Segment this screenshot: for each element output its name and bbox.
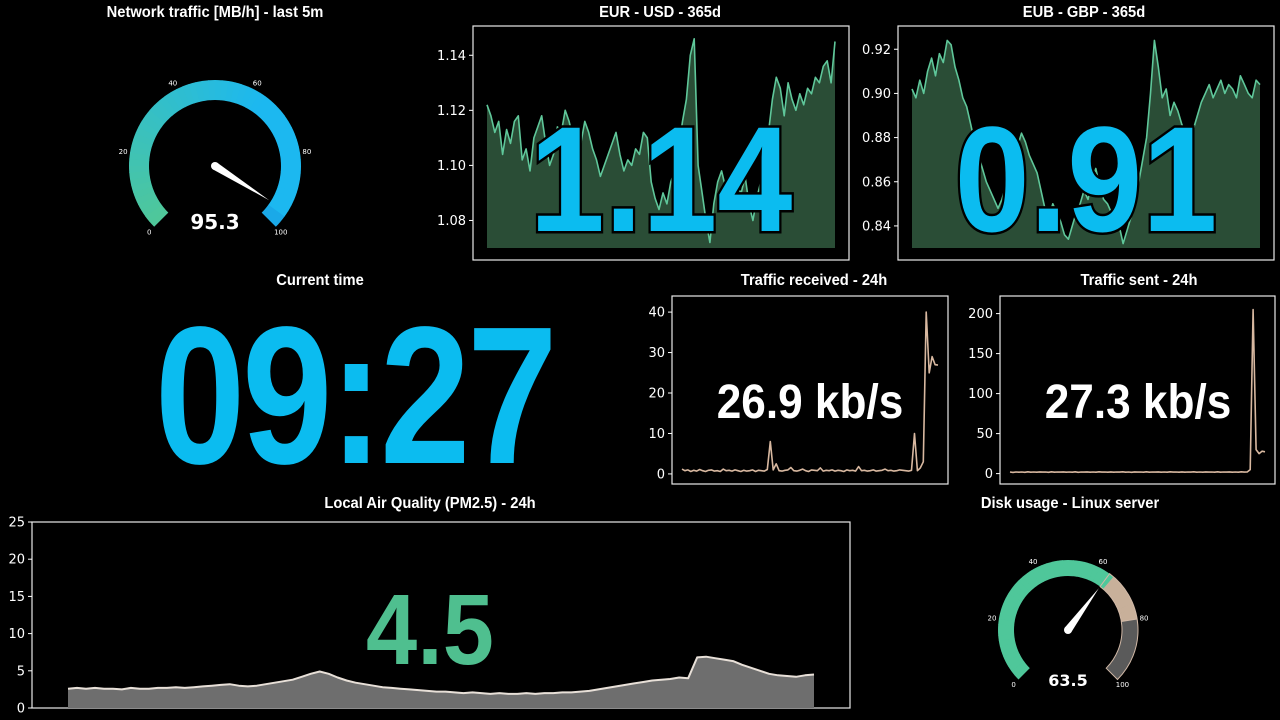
current-value-label: 27.3 kb/s <box>1045 374 1232 428</box>
current-value-label: 0.91 <box>955 96 1218 263</box>
y-tick-label: 40 <box>648 306 665 321</box>
y-tick-label: 100 <box>968 387 993 402</box>
y-tick-label: 0 <box>985 467 993 482</box>
gauge-tick-label: 80 <box>302 148 311 156</box>
gauge-tick-label: 20 <box>119 148 128 156</box>
eur-usd-chart: 1.08 1.10 1.12 1.14 1.14 <box>437 25 850 266</box>
y-tick-label: 1.12 <box>437 104 466 119</box>
traffic-sent-chart: 0 50 100 150 200 27.3 kb/s <box>968 295 1276 485</box>
air-quality-title: Local Air Quality (PM2.5) - 24h <box>324 495 536 512</box>
current-value-label: 26.9 kb/s <box>717 374 904 428</box>
gauge-tick-label: 40 <box>168 80 177 88</box>
y-tick-label: 25 <box>8 516 25 531</box>
current-value-label: 1.14 <box>530 96 793 263</box>
gauge-tick-label: 60 <box>1098 558 1107 566</box>
y-tick-label: 15 <box>8 590 25 605</box>
y-tick-label: 0 <box>17 702 25 717</box>
eur-usd-chart-title: EUR - USD - 365d <box>599 4 721 21</box>
eub-gbp-chart: 0.84 0.86 0.88 0.90 0.92 0.91 <box>862 25 1275 266</box>
y-tick-label: 1.08 <box>437 214 466 229</box>
y-tick-label: 5 <box>17 664 25 679</box>
gauge-tick-label: 100 <box>274 228 287 236</box>
y-tick-label: 0.90 <box>862 87 891 102</box>
y-tick-label: 150 <box>968 347 993 362</box>
y-tick-label: 20 <box>648 387 665 402</box>
network-traffic-gauge: 0 20 40 60 80 100 95.3 <box>119 80 312 237</box>
gauge-tick-label: 100 <box>1116 681 1129 689</box>
gauge-needle-hub <box>211 162 219 170</box>
gauge-needle-hub <box>1064 626 1072 634</box>
traffic-received-chart: 0 10 20 30 40 26.9 kb/s <box>648 295 949 485</box>
gauge-tick-label: 0 <box>1011 681 1015 689</box>
traffic-received-title: Traffic received - 24h <box>740 272 888 289</box>
y-tick-label: 1.14 <box>437 49 466 64</box>
gauge-needle <box>212 162 270 201</box>
gauge-tick-label: 20 <box>987 614 996 622</box>
disk-gauge-title: Disk usage - Linux server <box>980 495 1160 512</box>
y-tick-label: 10 <box>8 627 25 642</box>
y-tick-label: 20 <box>8 553 25 568</box>
y-tick-label: 50 <box>976 427 993 442</box>
gauge-value-label: 95.3 <box>190 210 239 234</box>
clock-time: 09:27 <box>154 286 558 505</box>
gauge-tick-label: 60 <box>253 80 262 88</box>
gauge-value-label: 63.5 <box>1048 671 1087 690</box>
eub-gbp-chart-title: EUB - GBP - 365d <box>1022 4 1146 21</box>
y-tick-label: 0.88 <box>862 131 891 146</box>
y-tick-label: 0.92 <box>862 43 891 58</box>
y-tick-label: 200 <box>968 307 993 322</box>
air-quality-chart: 0 5 10 15 20 25 4.5 <box>8 516 851 717</box>
y-tick-label: 10 <box>648 427 665 442</box>
current-value-label: 4.5 <box>366 574 494 685</box>
gauge-tick-label: 40 <box>1029 558 1038 566</box>
network-gauge-title: Network traffic [MB/h] - last 5m <box>106 4 324 21</box>
gauge-needle <box>1064 588 1099 633</box>
gauge-tick-label: 0 <box>147 228 151 236</box>
traffic-sent-title: Traffic sent - 24h <box>1080 272 1198 289</box>
y-tick-label: 0.86 <box>862 175 891 190</box>
gauge-tick-label: 80 <box>1140 614 1149 622</box>
disk-usage-gauge: 0 20 40 60 80 100 63.5 <box>987 558 1149 690</box>
y-tick-label: 0.84 <box>862 219 891 234</box>
y-tick-label: 1.10 <box>437 159 466 174</box>
y-tick-label: 30 <box>648 346 665 361</box>
y-tick-label: 0 <box>657 467 665 482</box>
